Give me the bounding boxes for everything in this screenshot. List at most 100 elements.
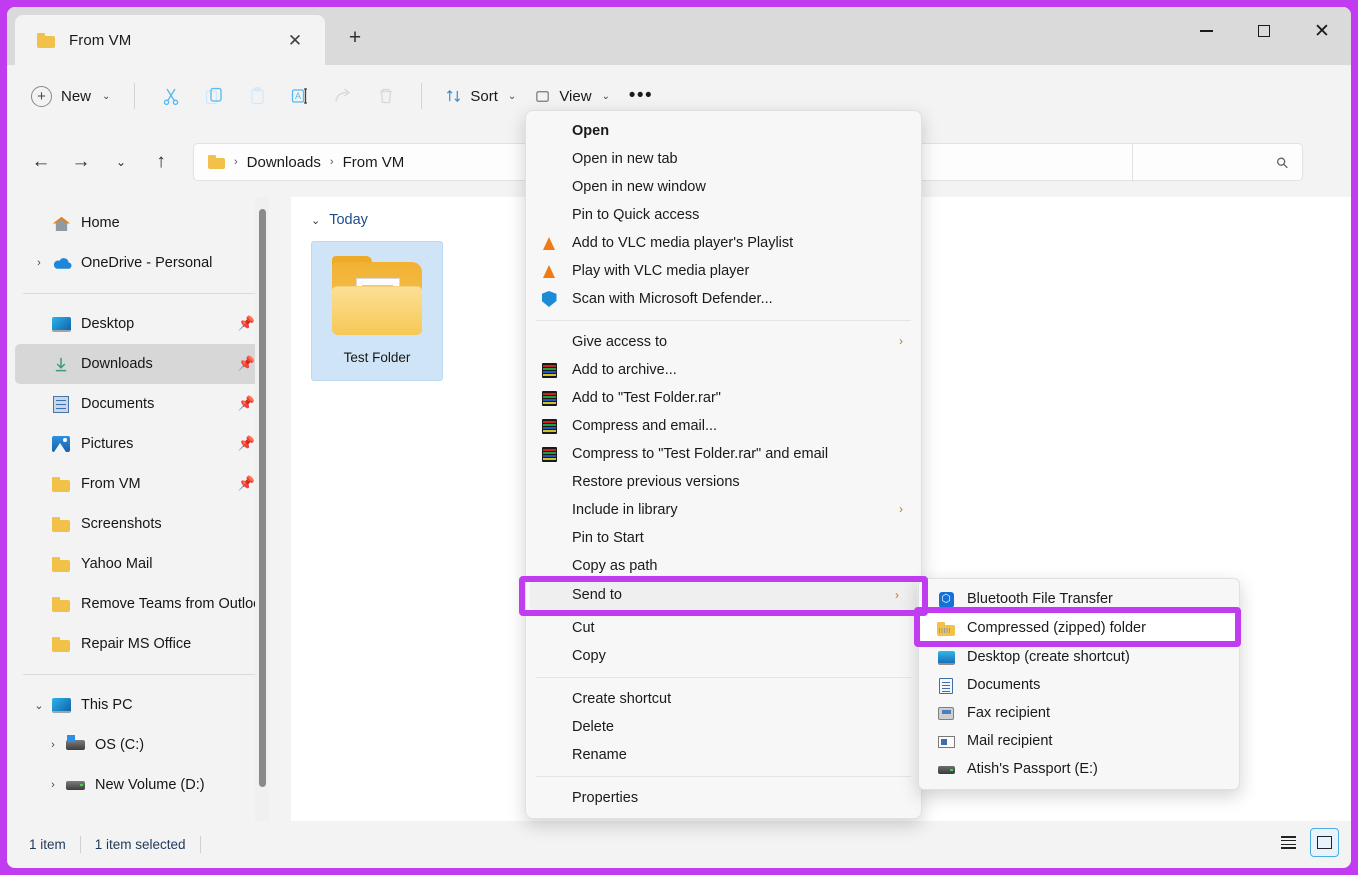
menu-item-copy[interactable]: Copy bbox=[526, 642, 921, 670]
sidebar-item-pictures[interactable]: › Pictures 📌 bbox=[15, 424, 267, 464]
menu-item-send-to[interactable]: Send to › bbox=[530, 580, 917, 610]
send-to-submenu[interactable]: ⬡ Bluetooth File Transfer Compressed (zi… bbox=[918, 578, 1240, 790]
submenu-item-fax-recipient[interactable]: Fax recipient bbox=[919, 699, 1239, 727]
sidebar-scrollbar[interactable] bbox=[255, 197, 269, 821]
tab-from-vm[interactable]: From VM ✕ bbox=[15, 15, 325, 65]
menu-item-compress-and-email[interactable]: Compress and email... bbox=[526, 412, 921, 440]
sort-button[interactable]: Sort ⌄ bbox=[436, 79, 525, 113]
more-options-button[interactable]: ••• bbox=[619, 79, 663, 113]
up-button[interactable]: ↑ bbox=[141, 144, 181, 180]
sidebar-item-home[interactable]: › Home bbox=[15, 203, 267, 243]
sidebar-item-onedrive[interactable]: › OneDrive - Personal bbox=[15, 243, 267, 283]
pin-icon[interactable]: 📌 bbox=[238, 315, 255, 332]
pin-icon[interactable]: 📌 bbox=[238, 435, 255, 452]
drive-icon bbox=[937, 761, 955, 778]
forward-button[interactable]: → bbox=[61, 144, 101, 180]
menu-item-play-with-vlc[interactable]: Play with VLC media player bbox=[526, 257, 921, 285]
pin-icon[interactable]: 📌 bbox=[238, 475, 255, 492]
menu-item-include-in-library[interactable]: Include in library › bbox=[526, 496, 921, 524]
sidebar-item-screenshots[interactable]: › Screenshots bbox=[15, 504, 267, 544]
menu-item-add-to-vlc-playlist[interactable]: Add to VLC media player's Playlist bbox=[526, 229, 921, 257]
cut-icon[interactable] bbox=[149, 78, 192, 114]
submenu-item-mail-recipient[interactable]: Mail recipient bbox=[919, 727, 1239, 755]
chevron-right-icon[interactable]: › bbox=[29, 257, 49, 269]
pictures-icon bbox=[49, 436, 73, 452]
menu-item-open-in-new-window[interactable]: Open in new window bbox=[526, 173, 921, 201]
submenu-item-bluetooth-file-transfer[interactable]: ⬡ Bluetooth File Transfer bbox=[919, 585, 1239, 613]
menu-item-pin-to-start[interactable]: Pin to Start bbox=[526, 524, 921, 552]
new-tab-button[interactable]: + bbox=[337, 21, 373, 53]
menu-item-properties[interactable]: Properties bbox=[526, 784, 921, 812]
new-button[interactable]: + New ⌄ bbox=[29, 79, 120, 113]
sidebar-item-remove-teams-from-outlook[interactable]: › Remove Teams from Outlook bbox=[15, 584, 267, 624]
sidebar-item-label: This PC bbox=[81, 697, 133, 713]
context-menu[interactable]: Open Open in new tab Open in new window … bbox=[525, 110, 922, 819]
submenu-item-compressed-zipped-folder[interactable]: Compressed (zipped) folder bbox=[919, 613, 1239, 643]
copy-icon[interactable] bbox=[192, 78, 235, 114]
share-icon[interactable] bbox=[321, 78, 364, 114]
submenu-item-desktop-create-shortcut[interactable]: Desktop (create shortcut) bbox=[919, 643, 1239, 671]
menu-item-scan-with-defender[interactable]: Scan with Microsoft Defender... bbox=[526, 285, 921, 313]
list-view-icon[interactable] bbox=[1274, 828, 1303, 857]
folder-icon bbox=[49, 477, 73, 492]
back-button[interactable]: ← bbox=[21, 144, 61, 180]
menu-item-label: Include in library bbox=[572, 502, 678, 518]
sidebar-item-yahoo-mail[interactable]: › Yahoo Mail bbox=[15, 544, 267, 584]
folder-icon bbox=[208, 155, 225, 169]
vlc-icon bbox=[540, 262, 558, 280]
menu-item-create-shortcut[interactable]: Create shortcut bbox=[526, 685, 921, 713]
view-button[interactable]: View ⌄ bbox=[525, 79, 619, 113]
close-tab-icon[interactable]: ✕ bbox=[283, 28, 307, 52]
sidebar-item-documents[interactable]: › Documents 📌 bbox=[15, 384, 267, 424]
menu-item-cut[interactable]: Cut bbox=[526, 614, 921, 642]
toolbar-divider-2 bbox=[421, 83, 422, 109]
rename-icon[interactable]: A bbox=[278, 78, 321, 114]
menu-item-label: Restore previous versions bbox=[572, 474, 740, 490]
pin-icon[interactable]: 📌 bbox=[238, 395, 255, 412]
menu-item-add-to-test-folder-rar[interactable]: Add to "Test Folder.rar" bbox=[526, 384, 921, 412]
menu-item-open-in-new-tab[interactable]: Open in new tab bbox=[526, 145, 921, 173]
menu-item-add-to-archive[interactable]: Add to archive... bbox=[526, 356, 921, 384]
close-window-button[interactable]: ✕ bbox=[1293, 7, 1351, 55]
maximize-button[interactable] bbox=[1235, 7, 1293, 55]
delete-icon[interactable] bbox=[364, 78, 407, 114]
submenu-item-documents[interactable]: Documents bbox=[919, 671, 1239, 699]
menu-item-compress-to-rar-and-email[interactable]: Compress to "Test Folder.rar" and email bbox=[526, 440, 921, 468]
sidebar-item-new-volume-d[interactable]: › New Volume (D:) bbox=[15, 765, 267, 805]
chevron-down-icon[interactable]: ⌄ bbox=[311, 214, 320, 227]
breadcrumb-item-from-vm[interactable]: From VM bbox=[343, 154, 405, 171]
sidebar-item-from-vm[interactable]: › From VM 📌 bbox=[15, 464, 267, 504]
winrar-icon bbox=[540, 417, 558, 435]
menu-item-copy-as-path[interactable]: Copy as path bbox=[526, 552, 921, 580]
sidebar-item-desktop[interactable]: › Desktop 📌 bbox=[15, 304, 267, 344]
menu-item-open[interactable]: Open bbox=[526, 117, 921, 145]
pin-icon[interactable]: 📌 bbox=[238, 355, 255, 372]
sidebar-item-repair-ms-office[interactable]: › Repair MS Office bbox=[15, 624, 267, 664]
minimize-button[interactable] bbox=[1177, 7, 1235, 55]
menu-item-pin-to-quick-access[interactable]: Pin to Quick access bbox=[526, 201, 921, 229]
menu-item-rename[interactable]: Rename bbox=[526, 741, 921, 769]
chevron-right-icon[interactable]: › bbox=[43, 779, 63, 791]
file-item-test-folder[interactable]: Test Folder bbox=[311, 241, 443, 381]
chevron-right-icon[interactable]: › bbox=[43, 739, 63, 751]
menu-item-delete[interactable]: Delete bbox=[526, 713, 921, 741]
sidebar-item-label: Home bbox=[81, 215, 120, 231]
desktop-icon bbox=[49, 317, 73, 332]
submenu-item-atish-passport-e[interactable]: Atish's Passport (E:) bbox=[919, 755, 1239, 783]
large-icons-view-icon[interactable] bbox=[1310, 828, 1339, 857]
chevron-right-icon: › bbox=[895, 588, 899, 602]
menu-item-restore-previous-versions[interactable]: Restore previous versions bbox=[526, 468, 921, 496]
navigation-sidebar[interactable]: › Home › OneDrive - Personal › Desk bbox=[7, 197, 275, 821]
scrollbar-thumb[interactable] bbox=[259, 209, 266, 787]
recent-locations-button[interactable]: ⌄ bbox=[101, 144, 141, 180]
sidebar-item-this-pc[interactable]: ⌄ This PC bbox=[15, 685, 267, 725]
sidebar-item-downloads[interactable]: › Downloads 📌 bbox=[15, 344, 267, 384]
sidebar-item-os-c[interactable]: › OS (C:) bbox=[15, 725, 267, 765]
chevron-down-icon[interactable]: ⌄ bbox=[29, 699, 49, 712]
paste-icon[interactable] bbox=[235, 78, 278, 114]
menu-item-give-access-to[interactable]: Give access to › bbox=[526, 328, 921, 356]
search-input[interactable]: ⚲ bbox=[1132, 144, 1302, 182]
breadcrumb-item-downloads[interactable]: Downloads bbox=[247, 154, 321, 171]
menu-separator-2 bbox=[536, 677, 911, 678]
pc-icon bbox=[49, 698, 73, 713]
